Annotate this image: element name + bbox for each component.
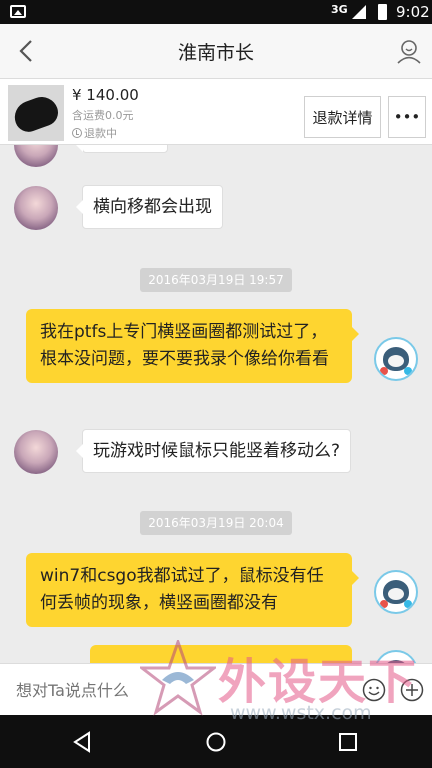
refund-status-label: 退款中 [84, 127, 117, 140]
product-thumbnail[interactable] [8, 85, 64, 141]
message-bubble-partial [90, 645, 352, 663]
clock-icon [72, 128, 82, 138]
mouse-image [10, 92, 62, 136]
message-timestamp: 2016年03月19日 19:57 [140, 268, 292, 292]
nav-home-icon[interactable] [205, 731, 227, 753]
network-type: 3G [331, 3, 348, 16]
refund-status: 退款中 [72, 125, 117, 141]
order-product-bar[interactable]: ¥ 140.00 含运费0.0元 退款中 退款详情 ••• [0, 79, 432, 145]
user-profile-icon[interactable] [396, 38, 422, 64]
battery-icon [378, 4, 387, 20]
more-options-button[interactable]: ••• [388, 96, 426, 138]
contact-avatar[interactable] [14, 186, 58, 230]
chat-header: 淮南市长 [0, 24, 432, 79]
message-bubble-incoming: 玩游戏时候鼠标只能竖着移动么? [75, 429, 352, 473]
product-price: ¥ 140.00 [72, 86, 139, 104]
chat-title: 淮南市长 [177, 42, 254, 64]
nav-recents-icon[interactable] [337, 731, 359, 753]
message-bubble-outgoing: 我在ptfs上专门横竖画圈都测试过了，根本没问题，要不要我录个像给你看看 [26, 309, 359, 383]
emoji-icon[interactable] [362, 678, 386, 702]
message-bubble-partial [76, 145, 168, 153]
my-avatar[interactable] [374, 650, 418, 663]
message-bubble-outgoing: win7和csgo我都试过了，鼠标没有任何丢帧的现象，横竖画圈都没有 [26, 553, 359, 627]
message-bubble-incoming: 横向移都会出现 [76, 185, 223, 229]
message-timestamp: 2016年03月19日 20:04 [140, 511, 292, 535]
contact-avatar[interactable] [14, 430, 58, 474]
my-avatar[interactable] [374, 337, 418, 381]
plus-icon[interactable] [400, 678, 424, 702]
clock-time: 9:02 [396, 3, 430, 21]
refund-details-button[interactable]: 退款详情 [304, 96, 381, 138]
system-navigation-bar [0, 715, 432, 768]
status-bar: 3G 9:02 [0, 0, 432, 24]
message-list[interactable]: 横向移都会出现 2016年03月19日 19:57 我在ptfs上专门横竖画圈都… [0, 145, 432, 663]
contact-avatar[interactable] [14, 145, 58, 167]
gallery-icon [10, 5, 26, 18]
my-avatar[interactable] [374, 570, 418, 614]
shipping-fee: 含运费0.0元 [72, 109, 134, 122]
nav-back-icon[interactable] [72, 731, 94, 753]
message-input-bar [0, 663, 432, 715]
message-input[interactable] [8, 672, 353, 708]
signal-icon [352, 5, 366, 19]
